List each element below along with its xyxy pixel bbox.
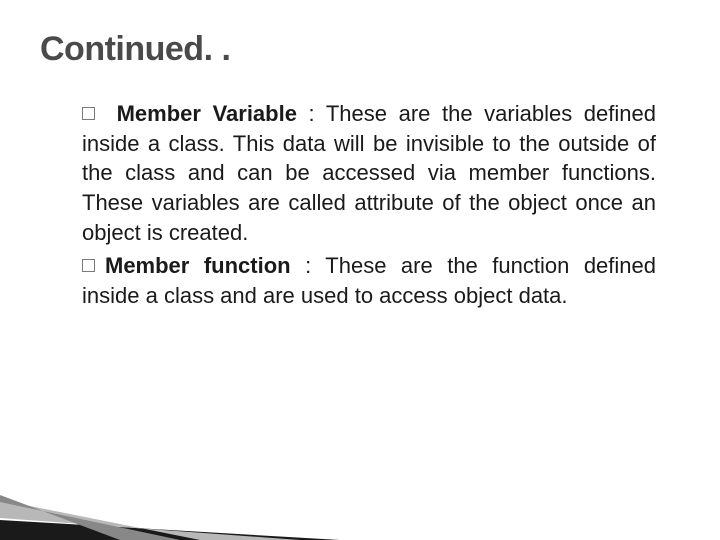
bullet-marker-icon — [82, 259, 95, 272]
term-label: Member Variable — [117, 101, 297, 126]
bullet-marker-icon — [82, 107, 95, 120]
slide-container: Continued. . Member Variable : These are… — [0, 0, 720, 540]
corner-decoration-icon — [0, 450, 360, 540]
slide-title: Continued. . — [40, 30, 680, 69]
bullet-item: Member Variable : These are the variable… — [82, 99, 656, 247]
slide-content: Member Variable : These are the variable… — [40, 99, 680, 311]
bullet-item: Member function : These are the function… — [82, 251, 656, 310]
term-label: Member function — [105, 253, 291, 278]
